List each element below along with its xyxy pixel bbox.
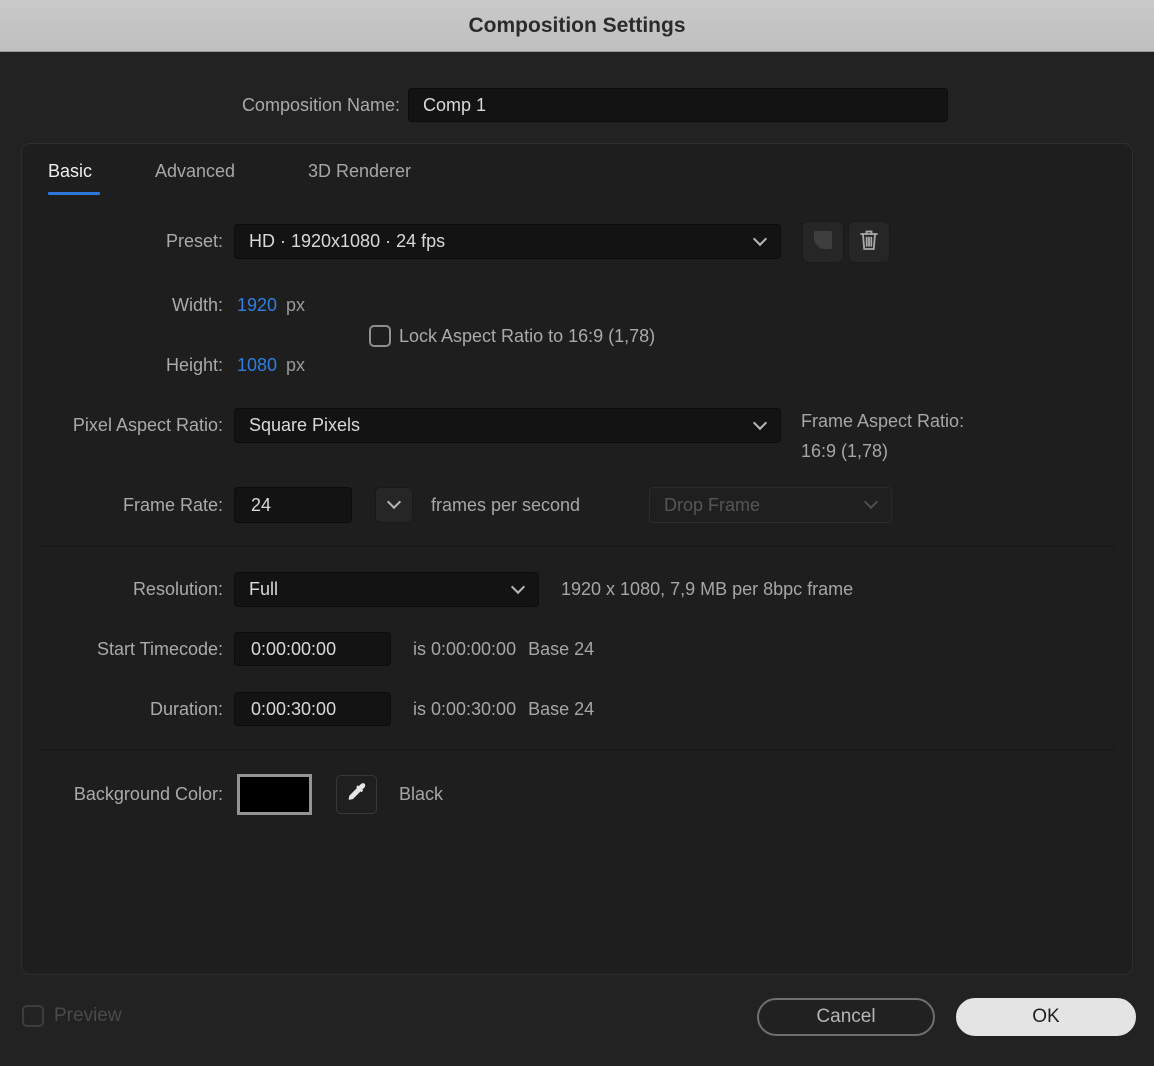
lock-aspect-label: Lock Aspect Ratio to 16:9 (1,78)	[399, 326, 656, 346]
trash-icon	[857, 228, 881, 257]
width-unit: px	[286, 295, 306, 315]
preset-dropdown[interactable]: HD · 1920x1080 · 24 fps	[234, 224, 781, 259]
tab-basic[interactable]: Basic	[48, 161, 92, 182]
resolution-dropdown[interactable]: Full	[234, 572, 539, 607]
resolution-label: Resolution:	[132, 579, 223, 599]
duration-label: Duration:	[149, 699, 223, 719]
ok-button-label: OK	[1032, 1006, 1060, 1027]
save-preset-button[interactable]	[802, 221, 844, 263]
width-value[interactable]: 1920	[237, 288, 277, 322]
window-title: Composition Settings	[468, 13, 686, 37]
eyedropper-icon	[346, 781, 368, 808]
lock-aspect-checkbox[interactable]	[369, 325, 391, 347]
tab-advanced[interactable]: Advanced	[155, 161, 235, 182]
chevron-down-icon	[386, 494, 402, 510]
duration-input[interactable]	[234, 692, 391, 726]
background-color-name: Black	[399, 784, 444, 804]
start-timecode-label: Start Timecode:	[96, 639, 223, 659]
active-tab-underline	[48, 192, 100, 195]
new-preset-icon	[811, 228, 835, 257]
frame-aspect-ratio-label: Frame Aspect Ratio:	[801, 411, 965, 431]
composition-name-label: Composition Name:	[241, 95, 400, 115]
pixel-aspect-ratio-value: Square Pixels	[249, 415, 361, 435]
preset-value: HD · 1920x1080 · 24 fps	[249, 231, 446, 251]
background-color-label: Background Color:	[73, 784, 223, 804]
delete-preset-button[interactable]	[848, 221, 890, 263]
chevron-down-icon	[752, 231, 768, 246]
width-label: Width:	[171, 295, 223, 315]
frame-aspect-ratio-value: 16:9 (1,78)	[801, 441, 889, 461]
chevron-down-icon	[510, 579, 526, 594]
composition-name-input[interactable]	[408, 88, 948, 122]
start-timecode-input[interactable]	[234, 632, 391, 666]
height-label: Height:	[165, 355, 223, 375]
preview-label: Preview	[54, 1005, 122, 1026]
preview-checkbox	[22, 1005, 44, 1027]
duration-is-text: is 0:00:30:00	[413, 699, 517, 719]
tab-3d-renderer[interactable]: 3D Renderer	[308, 161, 411, 182]
chevron-down-icon	[863, 494, 879, 510]
eyedropper-button[interactable]	[336, 775, 377, 814]
frame-rate-label: Frame Rate:	[122, 495, 223, 515]
frame-rate-input[interactable]	[234, 487, 352, 523]
preset-label: Preset:	[165, 231, 223, 251]
pixel-aspect-ratio-label: Pixel Aspect Ratio:	[72, 415, 223, 435]
cancel-button-label: Cancel	[816, 1006, 876, 1027]
composition-settings-dialog: Composition Settings Composition Name: B…	[0, 0, 1154, 1066]
divider	[39, 749, 1115, 751]
background-color-swatch[interactable]	[237, 774, 312, 815]
ok-button[interactable]: OK	[956, 998, 1136, 1036]
drop-frame-dropdown: Drop Frame	[649, 487, 892, 523]
titlebar[interactable]: Composition Settings	[0, 0, 1154, 52]
chevron-down-icon	[752, 415, 768, 430]
height-unit: px	[286, 355, 306, 375]
drop-frame-value: Drop Frame	[664, 494, 761, 515]
divider	[39, 545, 1115, 547]
resolution-info: 1920 x 1080, 7,9 MB per 8bpc frame	[561, 579, 854, 599]
cancel-button[interactable]: Cancel	[757, 998, 935, 1036]
settings-panel: Basic Advanced 3D Renderer Preset: HD · …	[21, 143, 1133, 975]
pixel-aspect-ratio-dropdown[interactable]: Square Pixels	[234, 408, 781, 443]
frame-rate-dropdown-button[interactable]	[375, 487, 413, 523]
start-timecode-is-text: is 0:00:00:00	[413, 639, 517, 659]
duration-base-text: Base 24	[528, 699, 595, 719]
resolution-value: Full	[249, 579, 279, 599]
start-timecode-base-text: Base 24	[528, 639, 595, 659]
height-value[interactable]: 1080	[237, 348, 277, 382]
frames-per-second-label: frames per second	[431, 495, 581, 515]
